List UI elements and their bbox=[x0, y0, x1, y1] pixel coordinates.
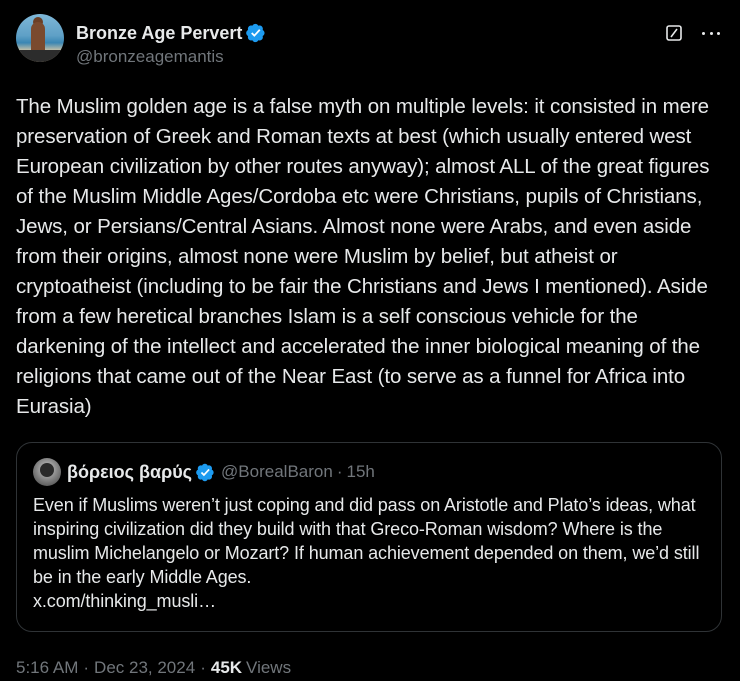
author-names: Bronze Age Pervert @bronzeagemantis bbox=[76, 22, 266, 67]
quoted-timestamp: 15h bbox=[346, 462, 375, 481]
author-handle[interactable]: @bronzeagemantis bbox=[76, 47, 266, 67]
header-actions bbox=[666, 24, 724, 42]
quoted-tweet-link[interactable]: x.com/thinking_musli… bbox=[33, 591, 216, 611]
quoted-tweet-body: Even if Muslims weren’t just coping and … bbox=[33, 495, 700, 587]
quoted-separator: · bbox=[336, 462, 343, 481]
tweet-footer: 5:16 AM · Dec 23, 2024 · 45K Views bbox=[16, 658, 724, 678]
views-count[interactable]: 45K bbox=[211, 658, 242, 678]
tweet-time[interactable]: 5:16 AM bbox=[16, 658, 78, 678]
quoted-verified-badge-icon bbox=[196, 463, 214, 481]
verified-badge-icon[interactable] bbox=[246, 23, 266, 43]
quoted-tweet[interactable]: βόρειος βαρύς @BorealBaron · 15h Even if… bbox=[16, 442, 722, 632]
views-label: Views bbox=[246, 658, 292, 677]
quoted-tweet-header: βόρειος βαρύς @BorealBaron · 15h bbox=[33, 457, 705, 487]
tweet-text: The Muslim golden age is a false myth on… bbox=[16, 95, 710, 418]
author-display-name[interactable]: Bronze Age Pervert bbox=[76, 23, 242, 44]
quoted-author-avatar bbox=[33, 458, 61, 486]
grok-icon[interactable] bbox=[666, 25, 682, 41]
quoted-author-display-name: βόρειος βαρύς bbox=[67, 461, 193, 482]
author-avatar[interactable] bbox=[16, 14, 64, 62]
quoted-author-handle: @BorealBaron bbox=[221, 462, 333, 481]
more-icon[interactable] bbox=[702, 24, 720, 42]
footer-separator-2: · bbox=[200, 658, 206, 677]
tweet: Bronze Age Pervert @bronzeagemantis The … bbox=[0, 0, 740, 681]
footer-separator: · bbox=[83, 658, 90, 677]
tweet-date[interactable]: Dec 23, 2024 bbox=[94, 658, 195, 678]
tweet-header: Bronze Age Pervert @bronzeagemantis bbox=[16, 14, 724, 68]
quoted-tweet-text: Even if Muslims weren’t just coping and … bbox=[33, 493, 705, 613]
